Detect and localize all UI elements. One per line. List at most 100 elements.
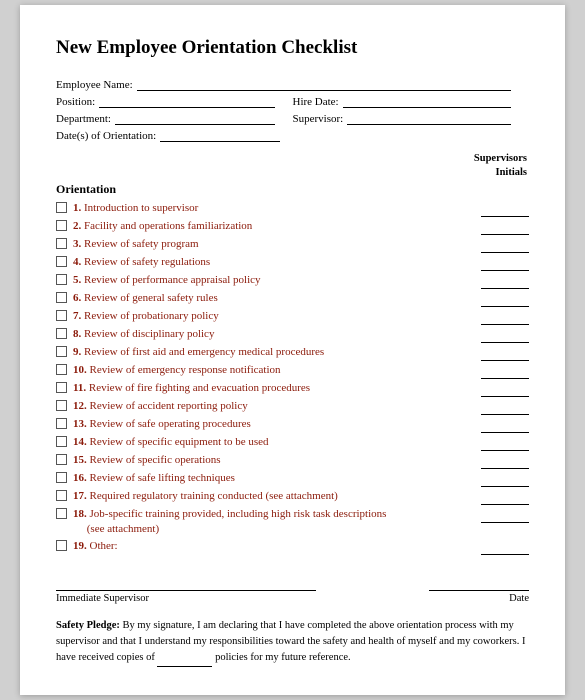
checkbox-13[interactable] bbox=[56, 418, 67, 429]
date-label: Date bbox=[509, 593, 529, 604]
checkbox-6[interactable] bbox=[56, 292, 67, 303]
checkbox-3[interactable] bbox=[56, 238, 67, 249]
safety-pledge-section: Safety Pledge: By my signature, I am dec… bbox=[56, 618, 529, 666]
item-text-8: 8. Review of disciplinary policy bbox=[73, 327, 475, 342]
dept-supervisor-row: Department: Supervisor: bbox=[56, 111, 529, 125]
checkbox-11[interactable] bbox=[56, 382, 67, 393]
checklist-item: 7. Review of probationary policy bbox=[56, 309, 529, 325]
checklist-item: 17. Required regulatory training conduct… bbox=[56, 489, 529, 505]
checkbox-16[interactable] bbox=[56, 472, 67, 483]
department-label: Department: bbox=[56, 113, 111, 125]
sig-labels-row: Immediate Supervisor Date bbox=[56, 593, 529, 604]
checkbox-10[interactable] bbox=[56, 364, 67, 375]
supervisors-initials-label: Supervisors Initials bbox=[474, 152, 527, 179]
checkbox-7[interactable] bbox=[56, 310, 67, 321]
checklist-item: 6. Review of general safety rules bbox=[56, 291, 529, 307]
item-text-17: 17. Required regulatory training conduct… bbox=[73, 489, 475, 504]
policies-blank bbox=[157, 650, 212, 667]
page-title: New Employee Orientation Checklist bbox=[56, 37, 529, 59]
initials-line-13 bbox=[481, 419, 529, 433]
checkbox-17[interactable] bbox=[56, 490, 67, 501]
checkbox-15[interactable] bbox=[56, 454, 67, 465]
checkbox-9[interactable] bbox=[56, 346, 67, 357]
initials-line-6 bbox=[481, 293, 529, 307]
checklist-section: Supervisors Initials Orientation 1. Intr… bbox=[56, 152, 529, 555]
page: New Employee Orientation Checklist Emplo… bbox=[20, 5, 565, 694]
item-text-18: 18. Job-specific training provided, incl… bbox=[73, 507, 475, 538]
initials-line-7 bbox=[481, 311, 529, 325]
checklist-item: 18. Job-specific training provided, incl… bbox=[56, 507, 529, 538]
item-text-1: 1. Introduction to supervisor bbox=[73, 201, 475, 216]
checkbox-18[interactable] bbox=[56, 508, 67, 519]
item-text-2: 2. Facility and operations familiarizati… bbox=[73, 219, 475, 234]
checkbox-1[interactable] bbox=[56, 202, 67, 213]
item-text-6: 6. Review of general safety rules bbox=[73, 291, 475, 306]
immediate-supervisor-label: Immediate Supervisor bbox=[56, 593, 149, 604]
checkbox-4[interactable] bbox=[56, 256, 67, 267]
item-text-5: 5. Review of performance appraisal polic… bbox=[73, 273, 475, 288]
checkbox-5[interactable] bbox=[56, 274, 67, 285]
checklist-item: 5. Review of performance appraisal polic… bbox=[56, 273, 529, 289]
item-text-7: 7. Review of probationary policy bbox=[73, 309, 475, 324]
item-text-16: 16. Review of safe lifting techniques bbox=[73, 471, 475, 486]
safety-pledge-text2: policies for my future reference. bbox=[215, 652, 351, 663]
initials-line-17 bbox=[481, 491, 529, 505]
checklist-item: 8. Review of disciplinary policy bbox=[56, 327, 529, 343]
initials-line-4 bbox=[481, 257, 529, 271]
checkbox-19[interactable] bbox=[56, 540, 67, 551]
initials-line-3 bbox=[481, 239, 529, 253]
checklist-item: 14. Review of specific equipment to be u… bbox=[56, 435, 529, 451]
dates-row: Date(s) of Orientation: bbox=[56, 128, 529, 142]
safety-pledge-label: Safety Pledge: bbox=[56, 620, 120, 631]
supervisor-label: Supervisor: bbox=[293, 113, 344, 125]
dates-field[interactable] bbox=[160, 128, 280, 142]
initials-line-14 bbox=[481, 437, 529, 451]
initials-line-1 bbox=[481, 203, 529, 217]
supervisor-field[interactable] bbox=[347, 111, 511, 125]
checklist-item: 15. Review of specific operations bbox=[56, 453, 529, 469]
checkbox-8[interactable] bbox=[56, 328, 67, 339]
checklist-item: 2. Facility and operations familiarizati… bbox=[56, 219, 529, 235]
department-field[interactable] bbox=[115, 111, 275, 125]
position-field[interactable] bbox=[99, 94, 274, 108]
checklist-item: 13. Review of safe operating procedures bbox=[56, 417, 529, 433]
signature-line-row bbox=[56, 575, 529, 591]
item-text-15: 15. Review of specific operations bbox=[73, 453, 475, 468]
item-text-3: 3. Review of safety program bbox=[73, 237, 475, 252]
position-label: Position: bbox=[56, 96, 95, 108]
checklist-item: 1. Introduction to supervisor bbox=[56, 201, 529, 217]
checkbox-12[interactable] bbox=[56, 400, 67, 411]
checklist-item: 10. Review of emergency response notific… bbox=[56, 363, 529, 379]
initials-line-10 bbox=[481, 365, 529, 379]
checkbox-14[interactable] bbox=[56, 436, 67, 447]
supervisor-sig-line bbox=[56, 575, 316, 591]
checkbox-2[interactable] bbox=[56, 220, 67, 231]
initials-line-5 bbox=[481, 275, 529, 289]
initials-line-11 bbox=[481, 383, 529, 397]
checklist-item: 11. Review of fire fighting and evacuati… bbox=[56, 381, 529, 397]
orientation-label: Orientation bbox=[56, 182, 529, 197]
item-text-10: 10. Review of emergency response notific… bbox=[73, 363, 475, 378]
initials-line-8 bbox=[481, 329, 529, 343]
item-text-14: 14. Review of specific equipment to be u… bbox=[73, 435, 475, 450]
checklist-items-container: 1. Introduction to supervisor 2. Facility… bbox=[56, 201, 529, 556]
item-text-4: 4. Review of safety regulations bbox=[73, 255, 475, 270]
initials-line-12 bbox=[481, 401, 529, 415]
initials-line-16 bbox=[481, 473, 529, 487]
employee-name-label: Employee Name: bbox=[56, 79, 133, 91]
hire-date-label: Hire Date: bbox=[293, 96, 339, 108]
fields-section: Employee Name: Position: Hire Date: Depa… bbox=[56, 77, 529, 142]
checklist-item: 19. Other: bbox=[56, 539, 529, 555]
initials-line-18 bbox=[481, 509, 529, 523]
checklist-item: 12. Review of accident reporting policy bbox=[56, 399, 529, 415]
initials-line-15 bbox=[481, 455, 529, 469]
item-text-12: 12. Review of accident reporting policy bbox=[73, 399, 475, 414]
date-sig-line bbox=[429, 575, 529, 591]
checklist-item: 4. Review of safety regulations bbox=[56, 255, 529, 271]
item-text-13: 13. Review of safe operating procedures bbox=[73, 417, 475, 432]
employee-name-field[interactable] bbox=[137, 77, 511, 91]
checklist-item: 3. Review of safety program bbox=[56, 237, 529, 253]
initials-line-2 bbox=[481, 221, 529, 235]
hire-date-field[interactable] bbox=[343, 94, 511, 108]
item-text-11: 11. Review of fire fighting and evacuati… bbox=[73, 381, 475, 396]
